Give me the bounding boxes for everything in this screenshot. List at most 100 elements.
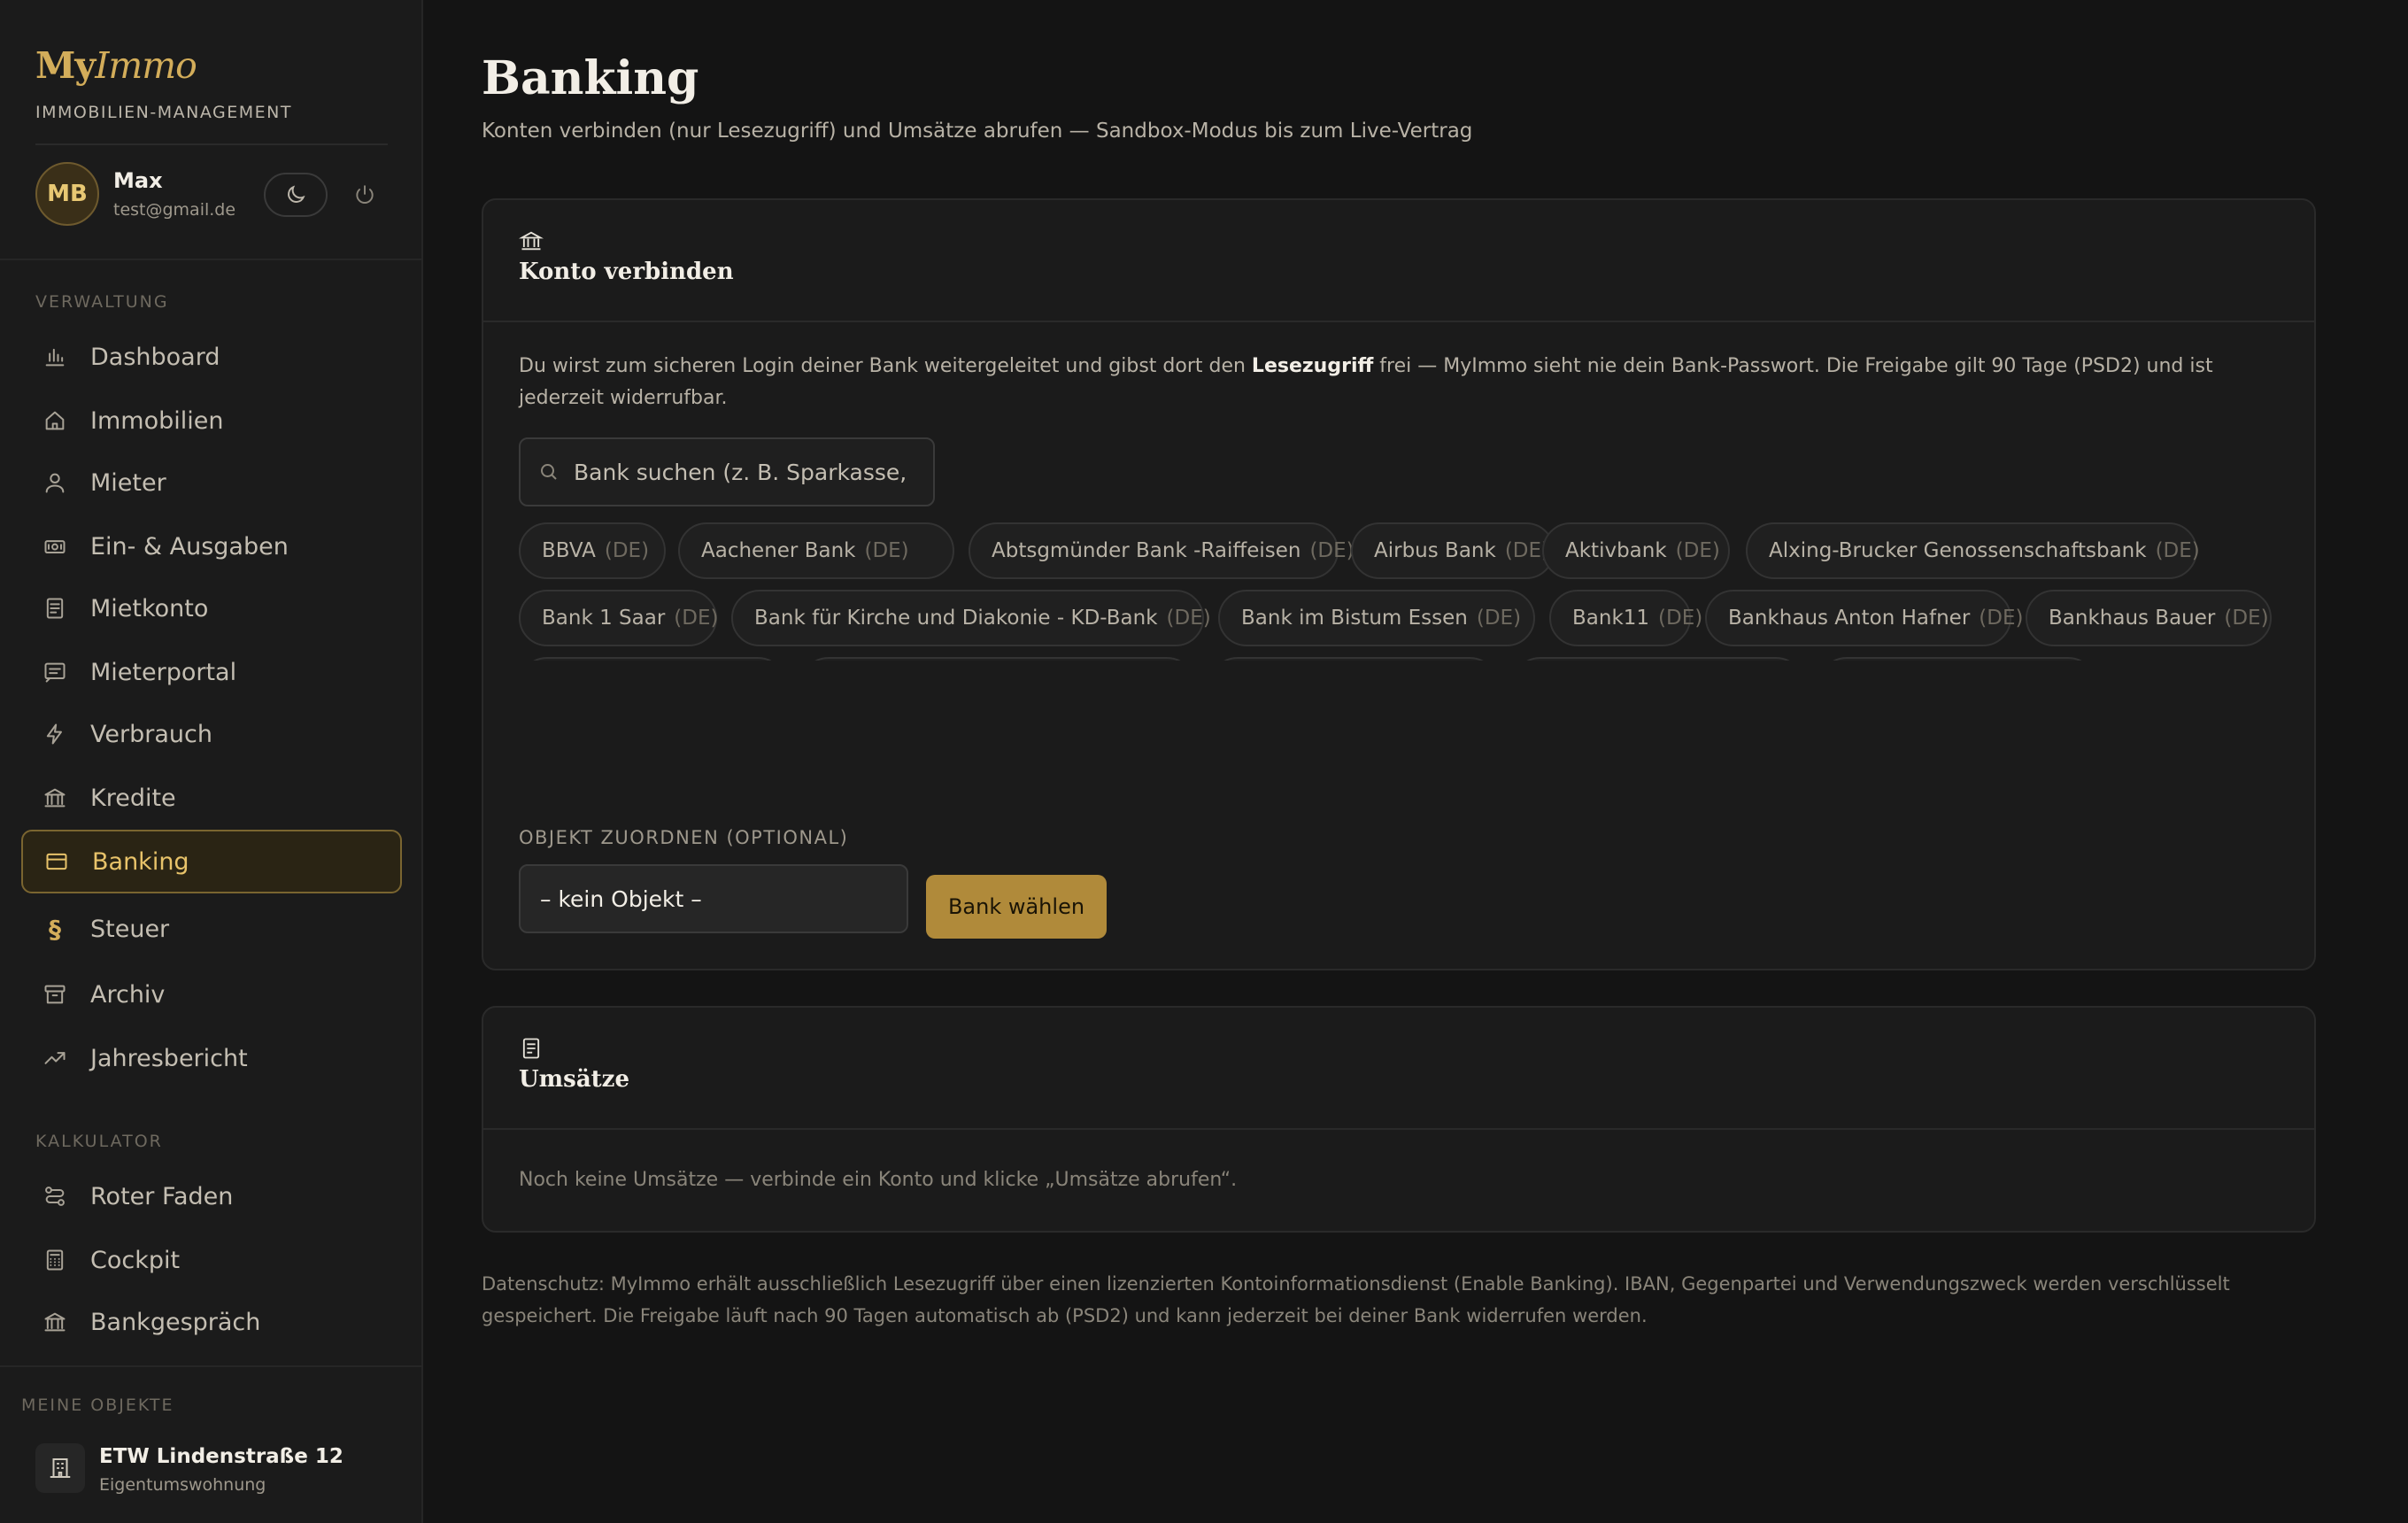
sidebar-item-bankgespräch[interactable]: Bankgespräch	[21, 1290, 402, 1354]
bank-chip[interactable]: Bank im Bistum Essen (DE)	[1218, 590, 1535, 646]
bank-chip[interactable]: Bank11 (DE)	[1549, 590, 1702, 646]
sidebar-item-banking[interactable]: Banking	[21, 830, 402, 893]
sidebar-item-label: Immobilien	[90, 406, 224, 435]
privacy-note: Datenschutz: MyImmo erhält ausschließlic…	[482, 1273, 2230, 1326]
sidebar-item-label: Bankgespräch	[90, 1308, 261, 1336]
empty-state-text: Noch keine Umsätze — verbinde ein Konto …	[519, 1169, 1238, 1191]
sidebar-item-label: Archiv	[90, 980, 166, 1009]
sidebar-item-kredite[interactable]: Kredite	[21, 766, 402, 830]
sidebar-item-label: Dashboard	[90, 343, 220, 371]
archive-icon	[44, 985, 66, 1004]
bank-chip[interactable]: Bankhaus Werhahn(DE)	[1818, 657, 2096, 661]
bank-chip[interactable]: Alxing-Brucker Genossenschaftsbank (DE)	[1746, 522, 2200, 579]
bank-name: Bankhaus Anton Hafner	[1728, 607, 1971, 630]
building-icon	[50, 1458, 71, 1478]
message-icon	[44, 662, 66, 683]
moon-icon	[288, 185, 305, 203]
bank-chip[interactable]: BBVA (DE)	[519, 522, 666, 579]
object-select-label: OBJEKT ZUORDNEN (OPTIONAL)	[519, 827, 849, 848]
bank-country: (DE)	[2155, 539, 2200, 562]
bank-chip[interactable]: Bankhaus Ellwanger & Geiger(DE)	[800, 657, 1195, 661]
brand-subtitle: IMMOBILIEN-MANAGEMENT	[35, 103, 292, 122]
bank-search-input[interactable]	[572, 458, 912, 486]
bank-name: Bankhaus Bauer	[2049, 607, 2216, 630]
theme-toggle-button[interactable]	[264, 173, 328, 217]
paragraph-icon: §	[49, 914, 61, 944]
sidebar-item-archiv[interactable]: Archiv	[21, 963, 402, 1026]
sidebar: MyImmo IMMOBILIEN-MANAGEMENT MB Max test…	[0, 0, 423, 1523]
object-item[interactable]	[35, 1443, 85, 1493]
sidebar-item-immobilien[interactable]: Immobilien	[21, 389, 402, 452]
power-icon	[356, 185, 374, 204]
sidebar-item-dashboard[interactable]: Dashboard	[21, 325, 402, 389]
brand-logo[interactable]: MyImmo	[35, 44, 197, 87]
page-title: Banking	[482, 51, 699, 105]
intro-text: Du wirst zum sicheren Login deiner Bank …	[519, 355, 2213, 409]
section-title-kalkulator: KALKULATOR	[35, 1132, 163, 1151]
sidebar-item-mieter[interactable]: Mieter	[21, 451, 402, 514]
bank-name: Abtsgmünder Bank -Raiffeisen	[992, 539, 1301, 562]
sidebar-item-label: Mieterportal	[90, 658, 237, 686]
bank-country: (DE)	[1476, 607, 1522, 630]
sidebar-item-verbrauch[interactable]: Verbrauch	[21, 702, 402, 766]
sidebar-item-label: Verbrauch	[90, 720, 212, 748]
divider	[0, 259, 423, 260]
bank-row: Bank 1 Saar (DE) Bank für Kirche und Diako…	[519, 590, 2298, 646]
choose-bank-button[interactable]: Bank wählen	[926, 875, 1107, 939]
bank-chip[interactable]: Bank für Kirche und Diakonie - KD-Bank (D…	[731, 590, 1211, 646]
sidebar-item-label: Jahresbericht	[90, 1044, 248, 1072]
bank-chip[interactable]: Bankhaus Max Flessa(DE)	[1512, 657, 1804, 661]
route-icon	[45, 1187, 65, 1206]
bank-search-field[interactable]	[519, 437, 935, 506]
sidebar-item-mietkonto[interactable]: Mietkonto	[21, 576, 402, 640]
bank-name: Bank für Kirche und Diakonie - KD-Bank	[754, 607, 1158, 630]
bank-chip[interactable]: Abtsgmünder Bank -Raiffeisen (DE)	[969, 522, 1354, 579]
card-title: Umsätze	[519, 1066, 629, 1093]
bank-chip[interactable]: Bankhaus E. Mayer(DE)	[519, 657, 786, 661]
bank-row: Bankhaus E. Mayer(DE) Bankhaus Ellwanger …	[519, 657, 2298, 661]
divider	[0, 1365, 423, 1367]
bank-chip[interactable]: Aktivbank (DE)	[1542, 522, 1730, 579]
cash-icon	[44, 540, 66, 553]
bank-chip[interactable]: Bankhaus Gebr. Martin(DE)	[1209, 657, 1498, 661]
sidebar-item-label: Cockpit	[90, 1246, 181, 1274]
sidebar-item-cockpit[interactable]: Cockpit	[21, 1228, 402, 1292]
sidebar-item-mieterportal[interactable]: Mieterportal	[21, 640, 402, 704]
card-header: Konto verbinden	[483, 200, 2314, 322]
bank-country: (DE)	[604, 539, 650, 562]
search-icon	[541, 464, 557, 480]
object-name[interactable]: ETW Lindenstraße 12	[99, 1445, 343, 1468]
bank-country: (DE)	[1979, 607, 2024, 630]
bank-country: (DE)	[674, 607, 719, 630]
card-header: Umsätze	[483, 1008, 2314, 1130]
bank-chip[interactable]: Bank 1 Saar (DE)	[519, 590, 719, 646]
user-name: Max	[113, 168, 163, 193]
sidebar-item-steuer[interactable]: § Steuer	[21, 897, 402, 961]
bank-chip[interactable]: Bankhaus Bauer (DE)	[2026, 590, 2272, 646]
bank-chip[interactable]: Bankhaus Anton Hafner (DE)	[1705, 590, 2023, 646]
bank-name: BBVA	[542, 539, 596, 562]
object-select[interactable]: – kein Objekt –	[519, 864, 908, 933]
sidebar-item-ein-ausgaben[interactable]: Ein- & Ausgaben	[21, 514, 402, 578]
bank-name: Bank im Bistum Essen	[1241, 607, 1468, 630]
bank-chip[interactable]: Airbus Bank (DE)	[1351, 522, 1555, 579]
bank-icon	[519, 231, 544, 251]
bank-name: Aachener Bank	[701, 539, 856, 562]
sidebar-item-jahresbericht[interactable]: Jahresbericht	[21, 1026, 402, 1090]
bank-name: Airbus Bank	[1374, 539, 1496, 562]
bank-chip[interactable]: Aachener Bank (DE)	[678, 522, 954, 579]
card-icon	[46, 853, 67, 870]
sidebar-item-label: Mieter	[90, 468, 166, 497]
user-icon	[45, 473, 65, 493]
avatar[interactable]: MB	[35, 162, 99, 226]
bank-country: (DE)	[1675, 539, 1720, 562]
bank-country: (DE)	[2224, 607, 2269, 630]
sidebar-item-label: Steuer	[90, 915, 170, 943]
page-subtitle: Konten verbinden (nur Lesezugriff) und U…	[482, 120, 1473, 143]
sidebar-item-label: Roter Faden	[90, 1182, 234, 1210]
bank-list[interactable]: BBVA (DE) Aachener Bank (DE) Abtsgmünder Ban…	[519, 522, 2298, 661]
sidebar-item-roter-faden[interactable]: Roter Faden	[21, 1164, 402, 1228]
bank-icon	[44, 788, 66, 808]
logout-button[interactable]	[347, 177, 382, 213]
transactions-card: Umsätze Noch keine Umsätze — verbinde ei…	[482, 1006, 2316, 1233]
